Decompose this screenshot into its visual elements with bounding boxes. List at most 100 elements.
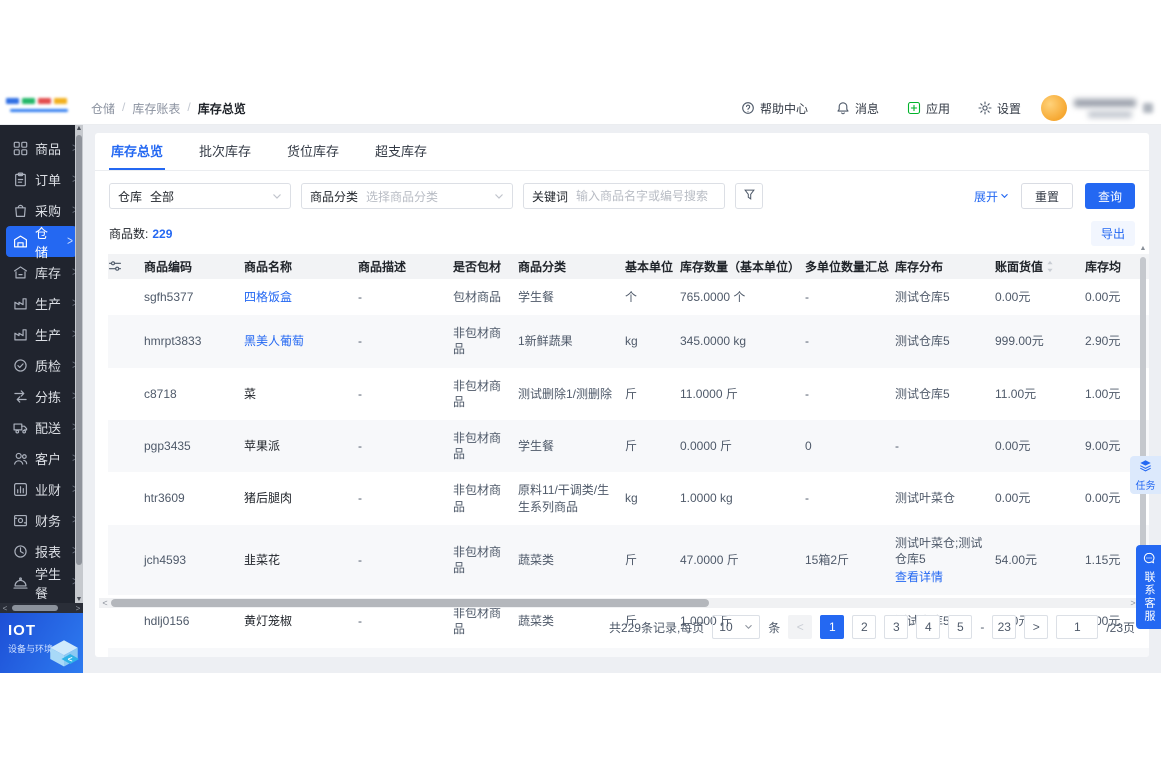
logo-swoosh xyxy=(10,109,68,112)
sidebar-item-production-2[interactable]: 生产> xyxy=(0,319,83,350)
order-icon xyxy=(13,172,28,187)
tab-overview[interactable]: 库存总览 xyxy=(108,133,166,170)
sidebar-item-purchase[interactable]: 采购> xyxy=(0,195,83,226)
cell-product-code: jch4593 xyxy=(144,552,187,567)
column-header: 是否包材 xyxy=(453,254,518,279)
top-header: 仓储 / 库存账表 / 库存总览 帮助中心 消息 应用 设置 xyxy=(0,92,1161,125)
product-name: 黄灯笼椒 xyxy=(244,614,293,629)
keyword-input[interactable] xyxy=(576,189,716,203)
product-name: 菜 xyxy=(244,386,257,401)
column-settings-header[interactable] xyxy=(108,254,144,279)
cell-base-unit: kg xyxy=(625,491,638,506)
task-float-button[interactable]: 任务 xyxy=(1130,456,1161,494)
scrollbar-thumb[interactable] xyxy=(76,135,82,565)
header-action-help[interactable]: 帮助中心 xyxy=(741,100,808,117)
tab-overdraft[interactable]: 超支库存 xyxy=(375,133,427,170)
delivery-icon xyxy=(13,420,28,435)
customer-service-float-button[interactable]: 联系客服 xyxy=(1136,545,1161,629)
search-button[interactable]: 查询 xyxy=(1084,183,1135,209)
tab-batch[interactable]: 批次库存 xyxy=(199,133,251,170)
scrollbar-thumb[interactable] xyxy=(12,605,58,611)
scroll-down-icon[interactable]: ▼ xyxy=(75,596,83,603)
scroll-right-icon[interactable]: > xyxy=(73,604,83,613)
sidebar-item-student-meal[interactable]: 学生餐> xyxy=(0,567,83,601)
sidebar-item-delivery[interactable]: 配送> xyxy=(0,412,83,443)
cell-multi-unit: - xyxy=(805,290,809,304)
chevron-down-icon xyxy=(744,624,753,630)
sidebar-item-customers[interactable]: 客户> xyxy=(0,443,83,474)
sidebar-item-production-1[interactable]: 生产> xyxy=(0,288,83,319)
cell-distribution: - xyxy=(895,439,899,454)
iot-banner[interactable]: IOT 设备与环境 < xyxy=(0,613,83,673)
sidebar-item-warehouse[interactable]: 仓储 > xyxy=(6,226,77,260)
warehouse-select[interactable]: 仓库 全部 xyxy=(109,183,291,209)
cell-product-name: 菜 xyxy=(244,368,358,420)
category-select[interactable]: 商品分类 选择商品分类 xyxy=(301,183,513,209)
product-name-link[interactable]: 四格饭盒 xyxy=(244,290,292,304)
prev-page-button[interactable]: < xyxy=(788,615,813,639)
apps-icon xyxy=(907,101,921,115)
cell-product-name: 黑美人葡萄 xyxy=(244,315,358,367)
sidebar-item-sorting[interactable]: 分拣> xyxy=(0,381,83,412)
view-details-link[interactable]: 查看详情 xyxy=(895,569,943,585)
sidebar-item-inventory[interactable]: 库存> xyxy=(0,257,83,288)
cell-packaging: 非包材商品 xyxy=(453,544,502,575)
sidebar-item-reports[interactable]: 报表> xyxy=(0,536,83,567)
breadcrumb-item[interactable]: 仓储 xyxy=(91,100,115,117)
scroll-up-icon[interactable]: ▲ xyxy=(1139,245,1147,252)
scroll-left-icon[interactable]: < xyxy=(99,598,111,608)
page-button-2[interactable]: 2 xyxy=(852,615,877,639)
next-page-button[interactable]: > xyxy=(1024,615,1049,639)
column-header[interactable]: 账面货值 xyxy=(995,254,1085,279)
user-menu-caret-icon[interactable] xyxy=(1143,103,1153,113)
sidebar-horizontal-scrollbar[interactable]: < > xyxy=(0,603,83,613)
header-action-message[interactable]: 消息 xyxy=(836,100,879,117)
sidebar-vertical-scrollbar[interactable]: ▲ ▼ xyxy=(75,125,83,603)
column-header[interactable]: 库存数量（基本单位） xyxy=(680,254,805,279)
sidebar-item-orders[interactable]: 订单> xyxy=(0,164,83,195)
user-account[interactable] xyxy=(1041,95,1153,121)
scrollbar-thumb[interactable] xyxy=(111,599,709,607)
sort-icon[interactable] xyxy=(1046,260,1054,276)
page-button-5[interactable]: 5 xyxy=(948,615,973,639)
page-size-select[interactable]: 10 xyxy=(712,615,761,639)
table-horizontal-scrollbar[interactable]: < > xyxy=(99,598,1139,608)
scroll-left-icon[interactable]: < xyxy=(0,604,10,613)
cell-description: - xyxy=(358,334,362,349)
cell-category: 学生餐 xyxy=(518,290,555,304)
page-button-3[interactable]: 3 xyxy=(884,615,909,639)
column-header: 库存分布 xyxy=(895,254,995,279)
header-action-apps[interactable]: 应用 xyxy=(907,100,950,117)
reset-button[interactable]: 重置 xyxy=(1020,183,1073,209)
header-action-settings[interactable]: 设置 xyxy=(978,100,1021,117)
page-button-4[interactable]: 4 xyxy=(916,615,941,639)
product-name-link[interactable]: 黑美人葡萄 xyxy=(244,334,304,348)
scroll-up-icon[interactable]: ▲ xyxy=(75,125,83,132)
cell-product-code: htr3609 xyxy=(144,491,185,506)
export-button[interactable]: 导出 xyxy=(1090,221,1135,246)
page-jump-input[interactable] xyxy=(1056,615,1099,639)
page-button-last[interactable]: 23 xyxy=(992,615,1017,639)
expand-link[interactable]: 展开 xyxy=(974,188,1009,205)
scrollbar-thumb[interactable] xyxy=(1140,257,1146,582)
sidebar-item-bizfin[interactable]: 业财> xyxy=(0,474,83,505)
cell-base-unit: kg xyxy=(625,334,638,349)
advanced-filter-button[interactable] xyxy=(735,183,763,209)
cell-distribution: - xyxy=(895,648,995,657)
tab-location[interactable]: 货位库存 xyxy=(287,133,339,170)
meal-icon xyxy=(13,575,28,590)
sidebar-item-label: 生产 xyxy=(35,328,62,343)
keyword-field[interactable]: 关键词 xyxy=(523,183,725,209)
sidebar-item-label: 分拣 xyxy=(35,390,62,405)
column-settings-icon xyxy=(108,259,122,273)
page-button-1[interactable]: 1 xyxy=(820,615,845,639)
cell-category: 蔬菜类 xyxy=(518,552,555,567)
sidebar-item-qc[interactable]: 质检> xyxy=(0,350,83,381)
sidebar-item-goods[interactable]: 商品> xyxy=(0,133,83,164)
sidebar-item-finance[interactable]: 财务> xyxy=(0,505,83,536)
breadcrumb-item[interactable]: 库存账表 xyxy=(132,100,180,117)
chevron-right-icon: > xyxy=(67,234,73,249)
avatar[interactable] xyxy=(1041,95,1067,121)
cell-description: - xyxy=(358,439,362,454)
product-name: 苹果派 xyxy=(244,439,281,454)
